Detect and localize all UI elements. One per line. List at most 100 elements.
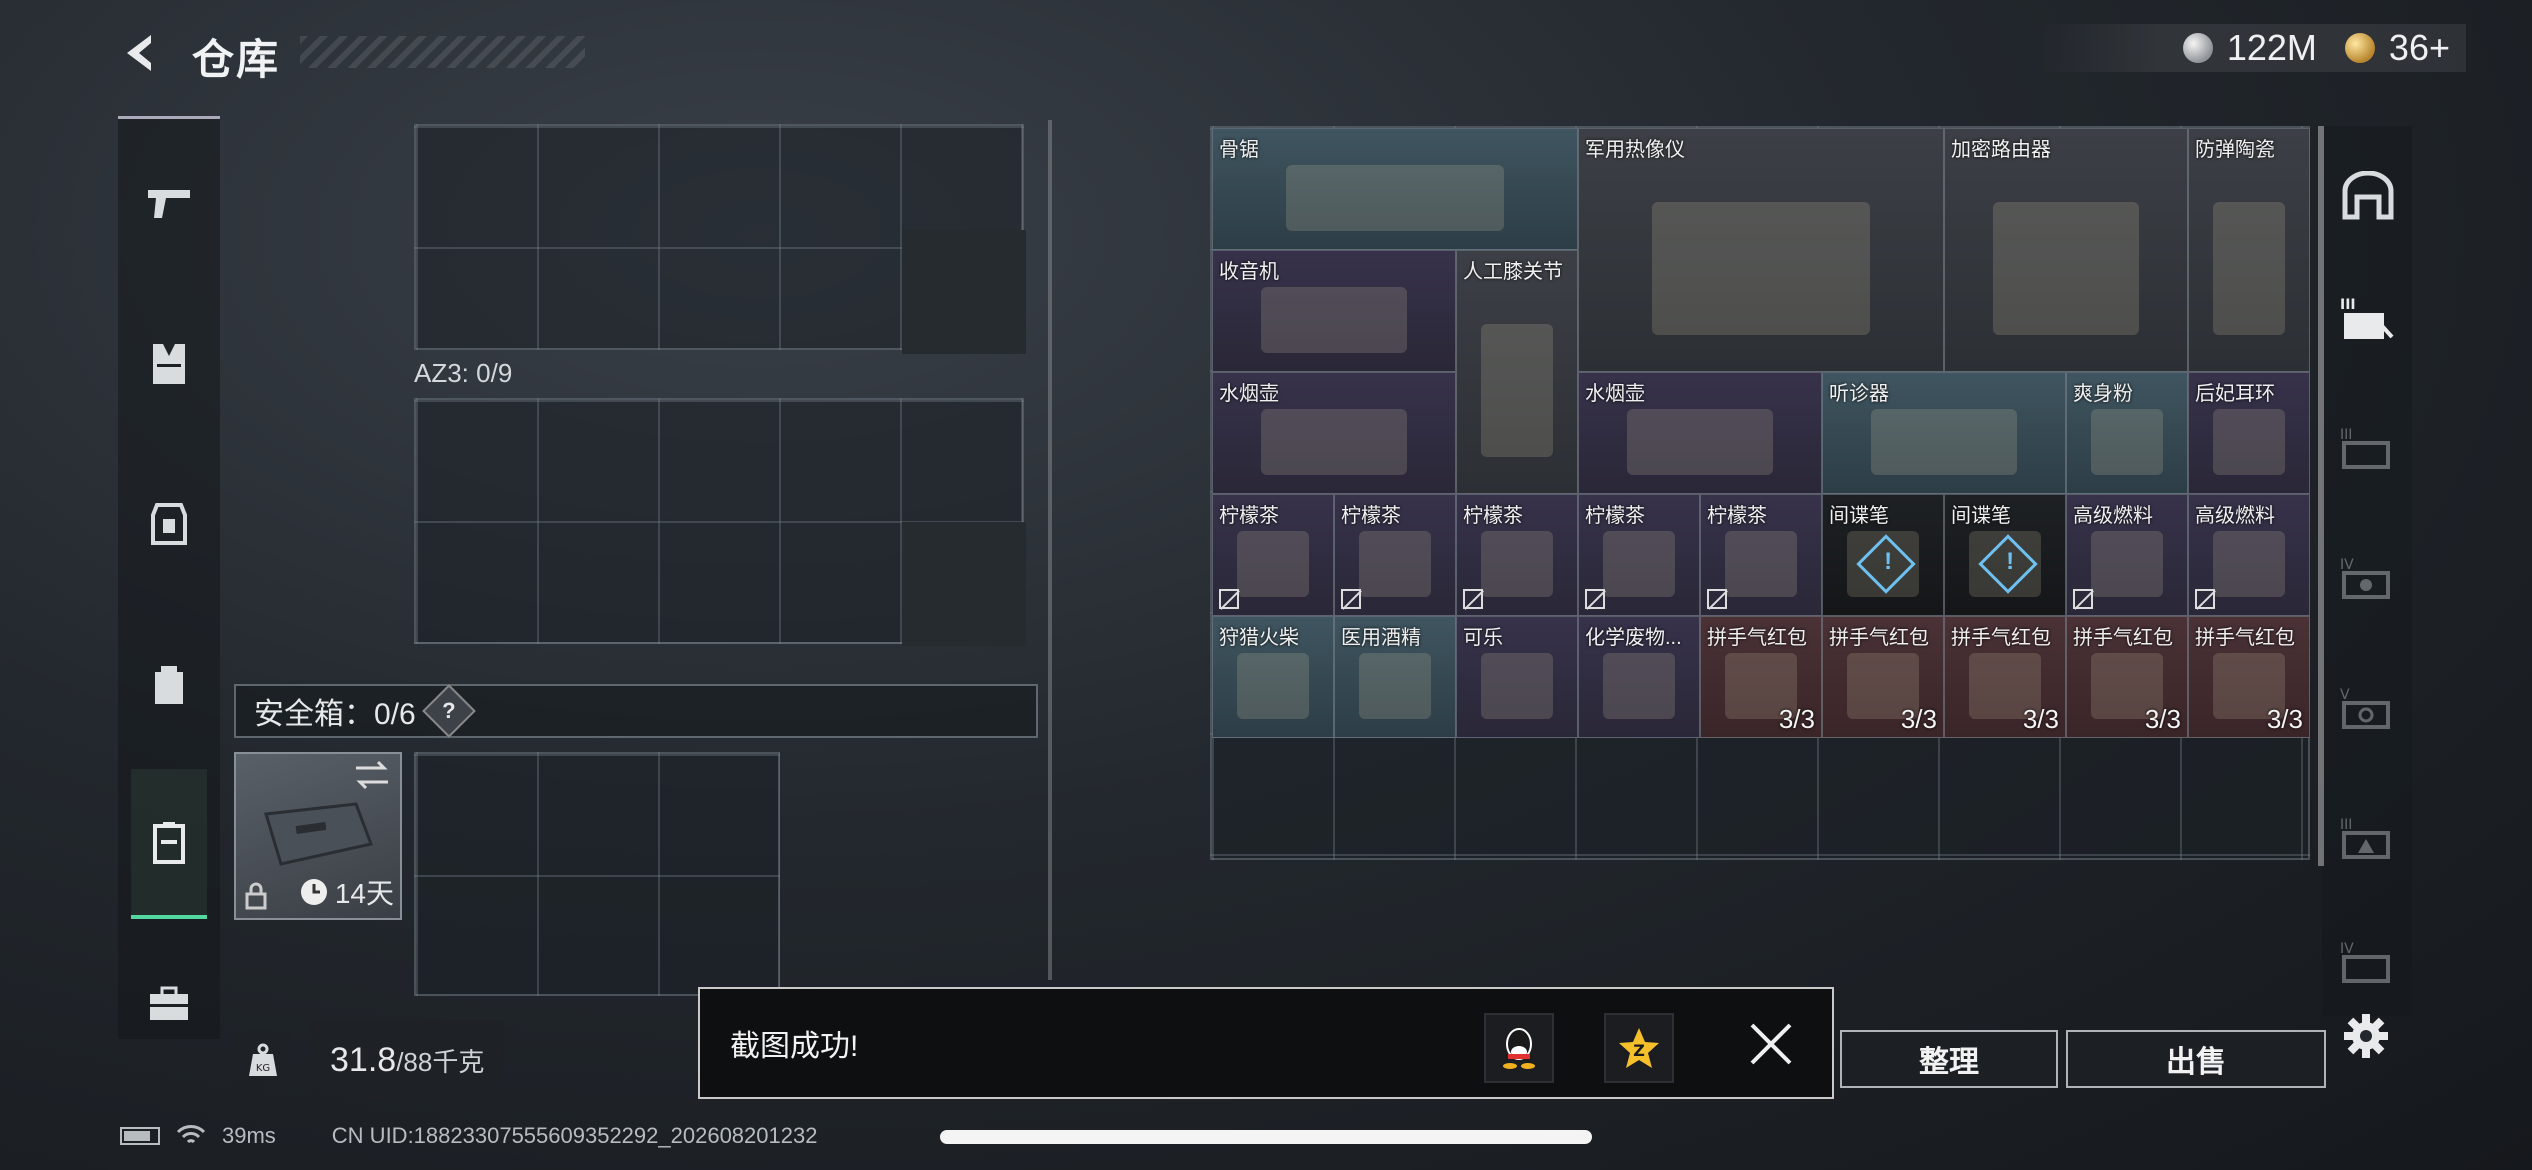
item-name: 间谍笔 (1951, 505, 2011, 527)
tier-v-icon: V (2340, 687, 2390, 729)
svg-text:III: III (2340, 297, 2356, 313)
nav-armor[interactable] (118, 469, 220, 579)
stash-item[interactable]: 狩猎火柴 (1212, 616, 1334, 738)
safe-case-grid[interactable] (414, 752, 780, 996)
item-name: 拼手气红包 (1829, 627, 1929, 649)
svg-text:III: III (2340, 427, 2352, 443)
tier-iii-b-icon: III (2340, 817, 2390, 859)
item-name: 拼手气红包 (1707, 627, 1807, 649)
nav-backpack[interactable] (118, 629, 220, 739)
item-image (2213, 201, 2285, 335)
stash-item[interactable]: 化学废物... (1578, 616, 1700, 738)
item-name: 医用酒精 (1341, 627, 1421, 649)
nav-vest[interactable] (118, 309, 220, 419)
stash-item[interactable]: 听诊器 (1822, 372, 2066, 494)
stash-item[interactable]: 拼手气红包 3/3 (1944, 616, 2066, 738)
stash-item[interactable]: 军用热像仪 (1578, 128, 1944, 372)
stash-item[interactable]: 拼手气红包 3/3 (2188, 616, 2310, 738)
stash-item[interactable]: 柠檬茶 (1456, 494, 1578, 616)
stash-item[interactable]: ! 间谍笔 (1822, 494, 1944, 616)
no-trade-icon (2195, 589, 2215, 609)
back-button[interactable] (118, 28, 168, 78)
stash-item[interactable]: 后妃耳环 (2188, 372, 2310, 494)
stash-item[interactable]: 爽身粉 (2066, 372, 2188, 494)
svg-text:IV: IV (2340, 557, 2354, 573)
close-icon[interactable] (1746, 1019, 1796, 1069)
nav-weapon[interactable] (118, 149, 220, 259)
stash-item[interactable]: 骨锯 (1212, 128, 1578, 250)
home-indicator[interactable] (940, 1130, 1592, 1144)
stash-item[interactable]: 可乐 (1456, 616, 1578, 738)
tab-armory[interactable] (2340, 168, 2396, 224)
item-name: 加密路由器 (1951, 139, 2051, 161)
item-image (1871, 409, 2017, 475)
item-count: 3/3 (1778, 704, 1815, 734)
item-image (1285, 165, 1505, 231)
stash-item[interactable]: 拼手气红包 3/3 (2066, 616, 2188, 738)
stash-item[interactable]: 水烟壶 (1578, 372, 1822, 494)
player-uid: CN UID:18823307555609352292_202608201232 (331, 1123, 818, 1148)
item-image (1261, 287, 1407, 353)
weight-current: 31.8 (330, 1040, 397, 1079)
rental-time: 14天 (299, 872, 394, 912)
tab-iii-b[interactable]: III (2340, 810, 2396, 866)
stash-item[interactable]: 柠檬茶 (1212, 494, 1334, 616)
left-scrollbar[interactable] (1048, 120, 1052, 980)
stash-item[interactable]: 加密路由器 (1944, 128, 2188, 372)
stash-item[interactable]: 拼手气红包 3/3 (1822, 616, 1944, 738)
item-count: 3/3 (1900, 704, 1937, 734)
item-name: 人工膝关节 (1463, 261, 1563, 283)
svg-text:Z: Z (1633, 1041, 1645, 1060)
stash-item[interactable]: 柠檬茶 (1700, 494, 1822, 616)
safe-case-slot[interactable]: 14天 (234, 752, 402, 920)
equipment-sidebar (118, 116, 220, 1039)
tab-iv[interactable]: IV (2340, 550, 2396, 606)
nav-briefcase[interactable] (118, 949, 220, 1059)
coin-amount: 122M (2226, 27, 2317, 68)
gear-icon (2344, 1014, 2388, 1058)
settings-button[interactable] (2338, 1008, 2394, 1064)
qq-icon (1503, 1028, 1535, 1069)
grid-cutout (902, 230, 1026, 354)
stash-item[interactable]: 收音机 (1212, 250, 1456, 372)
sell-button[interactable]: 出售 (2066, 1030, 2326, 1088)
item-count: 3/3 (2266, 704, 2303, 734)
tab-ii[interactable]: III (2340, 290, 2396, 346)
item-name: 拼手气红包 (2195, 627, 2295, 649)
no-trade-icon (2073, 589, 2093, 609)
tab-iii[interactable]: III (2340, 420, 2396, 476)
share-qq-button[interactable] (1484, 1013, 1554, 1083)
armory-icon (2342, 171, 2394, 220)
share-qzone-button[interactable]: Z (1604, 1013, 1674, 1083)
briefcase-icon (150, 986, 188, 1020)
screenshot-toast: 截图成功! Z (698, 987, 1834, 1099)
safe-case-image (264, 802, 374, 866)
wifi-icon (176, 1125, 206, 1144)
page-title: 仓库 (192, 36, 281, 83)
item-image (1359, 653, 1431, 719)
tier-iii-icon: III (2340, 427, 2390, 469)
tab-iv-b[interactable]: IV (2340, 934, 2396, 990)
item-name: 水烟壶 (1219, 383, 1279, 405)
stash-item[interactable]: 柠檬茶 (1578, 494, 1700, 616)
lock-icon (245, 882, 267, 910)
help-button[interactable]: ? (421, 684, 476, 738)
svg-text:IV: IV (2340, 941, 2354, 957)
stash-item[interactable]: 人工膝关节 (1456, 250, 1578, 494)
tab-v[interactable]: V (2340, 680, 2396, 736)
nav-safe-case[interactable] (131, 769, 207, 919)
svg-text:III: III (2340, 817, 2352, 833)
stash-item[interactable]: 水烟壶 (1212, 372, 1456, 494)
stash-item[interactable]: 医用酒精 (1334, 616, 1456, 738)
rental-time-value: 14天 (334, 878, 394, 909)
stash-item[interactable]: 柠檬茶 (1334, 494, 1456, 616)
stash-item[interactable]: ! 间谍笔 (1944, 494, 2066, 616)
stash-item[interactable]: 高级燃料 (2188, 494, 2310, 616)
stash-item[interactable]: 高级燃料 (2066, 494, 2188, 616)
stash-item[interactable]: 拼手气红包 3/3 (1700, 616, 1822, 738)
stash-scrollbar[interactable] (2318, 126, 2324, 866)
item-name: 化学废物... (1585, 627, 1682, 649)
stash-item[interactable]: 防弹陶瓷 (2188, 128, 2310, 372)
sort-button[interactable]: 整理 (1840, 1030, 2058, 1088)
item-image (1627, 409, 1773, 475)
